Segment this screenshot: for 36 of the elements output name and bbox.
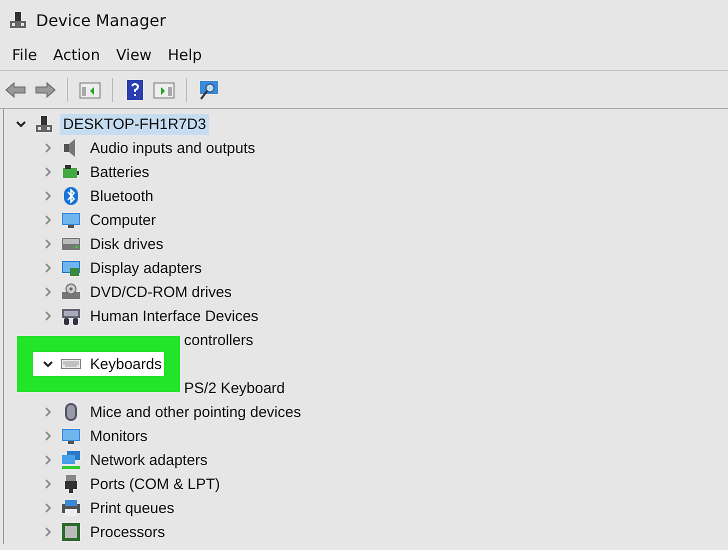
tree-item[interactable]: Disk drives [87, 234, 166, 254]
window-title: Device Manager [36, 10, 166, 30]
scan-monitor-icon[interactable] [198, 78, 220, 100]
tree-item[interactable]: Processors [87, 522, 168, 542]
monitor-icon [61, 426, 81, 446]
printer-icon [61, 498, 81, 518]
tree-item[interactable]: Keyboards [87, 354, 165, 374]
network-icon [61, 450, 81, 470]
tree-item[interactable]: Display adapters [87, 258, 205, 278]
display-card-icon [61, 258, 81, 278]
tree-item[interactable]: Mice and other pointing devices [87, 402, 304, 422]
keyboard-icon [61, 306, 81, 326]
tree-item[interactable]: Print queues [87, 498, 178, 518]
chip-icon [61, 522, 81, 542]
menu-item[interactable]: File [4, 46, 46, 64]
tree-item[interactable]: Ports (COM & LPT) [87, 474, 224, 494]
tree-item[interactable]: DVD/CD-ROM drives [87, 282, 235, 302]
tree-item[interactable]: Monitors [87, 426, 151, 446]
help-icon[interactable] [124, 78, 146, 100]
tree-item[interactable]: Computer [87, 210, 159, 230]
menu-item[interactable]: Help [160, 46, 210, 64]
optical-drive-icon [61, 282, 81, 302]
bluetooth-icon [61, 186, 81, 206]
tree-item[interactable]: PS/2 Keyboard [181, 378, 288, 398]
tree-item[interactable]: DESKTOP-FH1R7D3 [60, 114, 210, 134]
device-icon [34, 114, 54, 134]
device-icon [8, 10, 28, 30]
tree-item[interactable]: Batteries [87, 162, 152, 182]
menu-item[interactable]: Action [45, 46, 108, 64]
tree-item[interactable]: Bluetooth [87, 186, 156, 206]
tree-item[interactable]: controllers [181, 330, 256, 350]
tree-item[interactable]: Network adapters [87, 450, 211, 470]
tree-item[interactable]: Audio inputs and outputs [87, 138, 258, 158]
monitor-icon [61, 210, 81, 230]
tree-item[interactable]: Human Interface Devices [87, 306, 262, 326]
menu-item[interactable]: View [108, 46, 160, 64]
